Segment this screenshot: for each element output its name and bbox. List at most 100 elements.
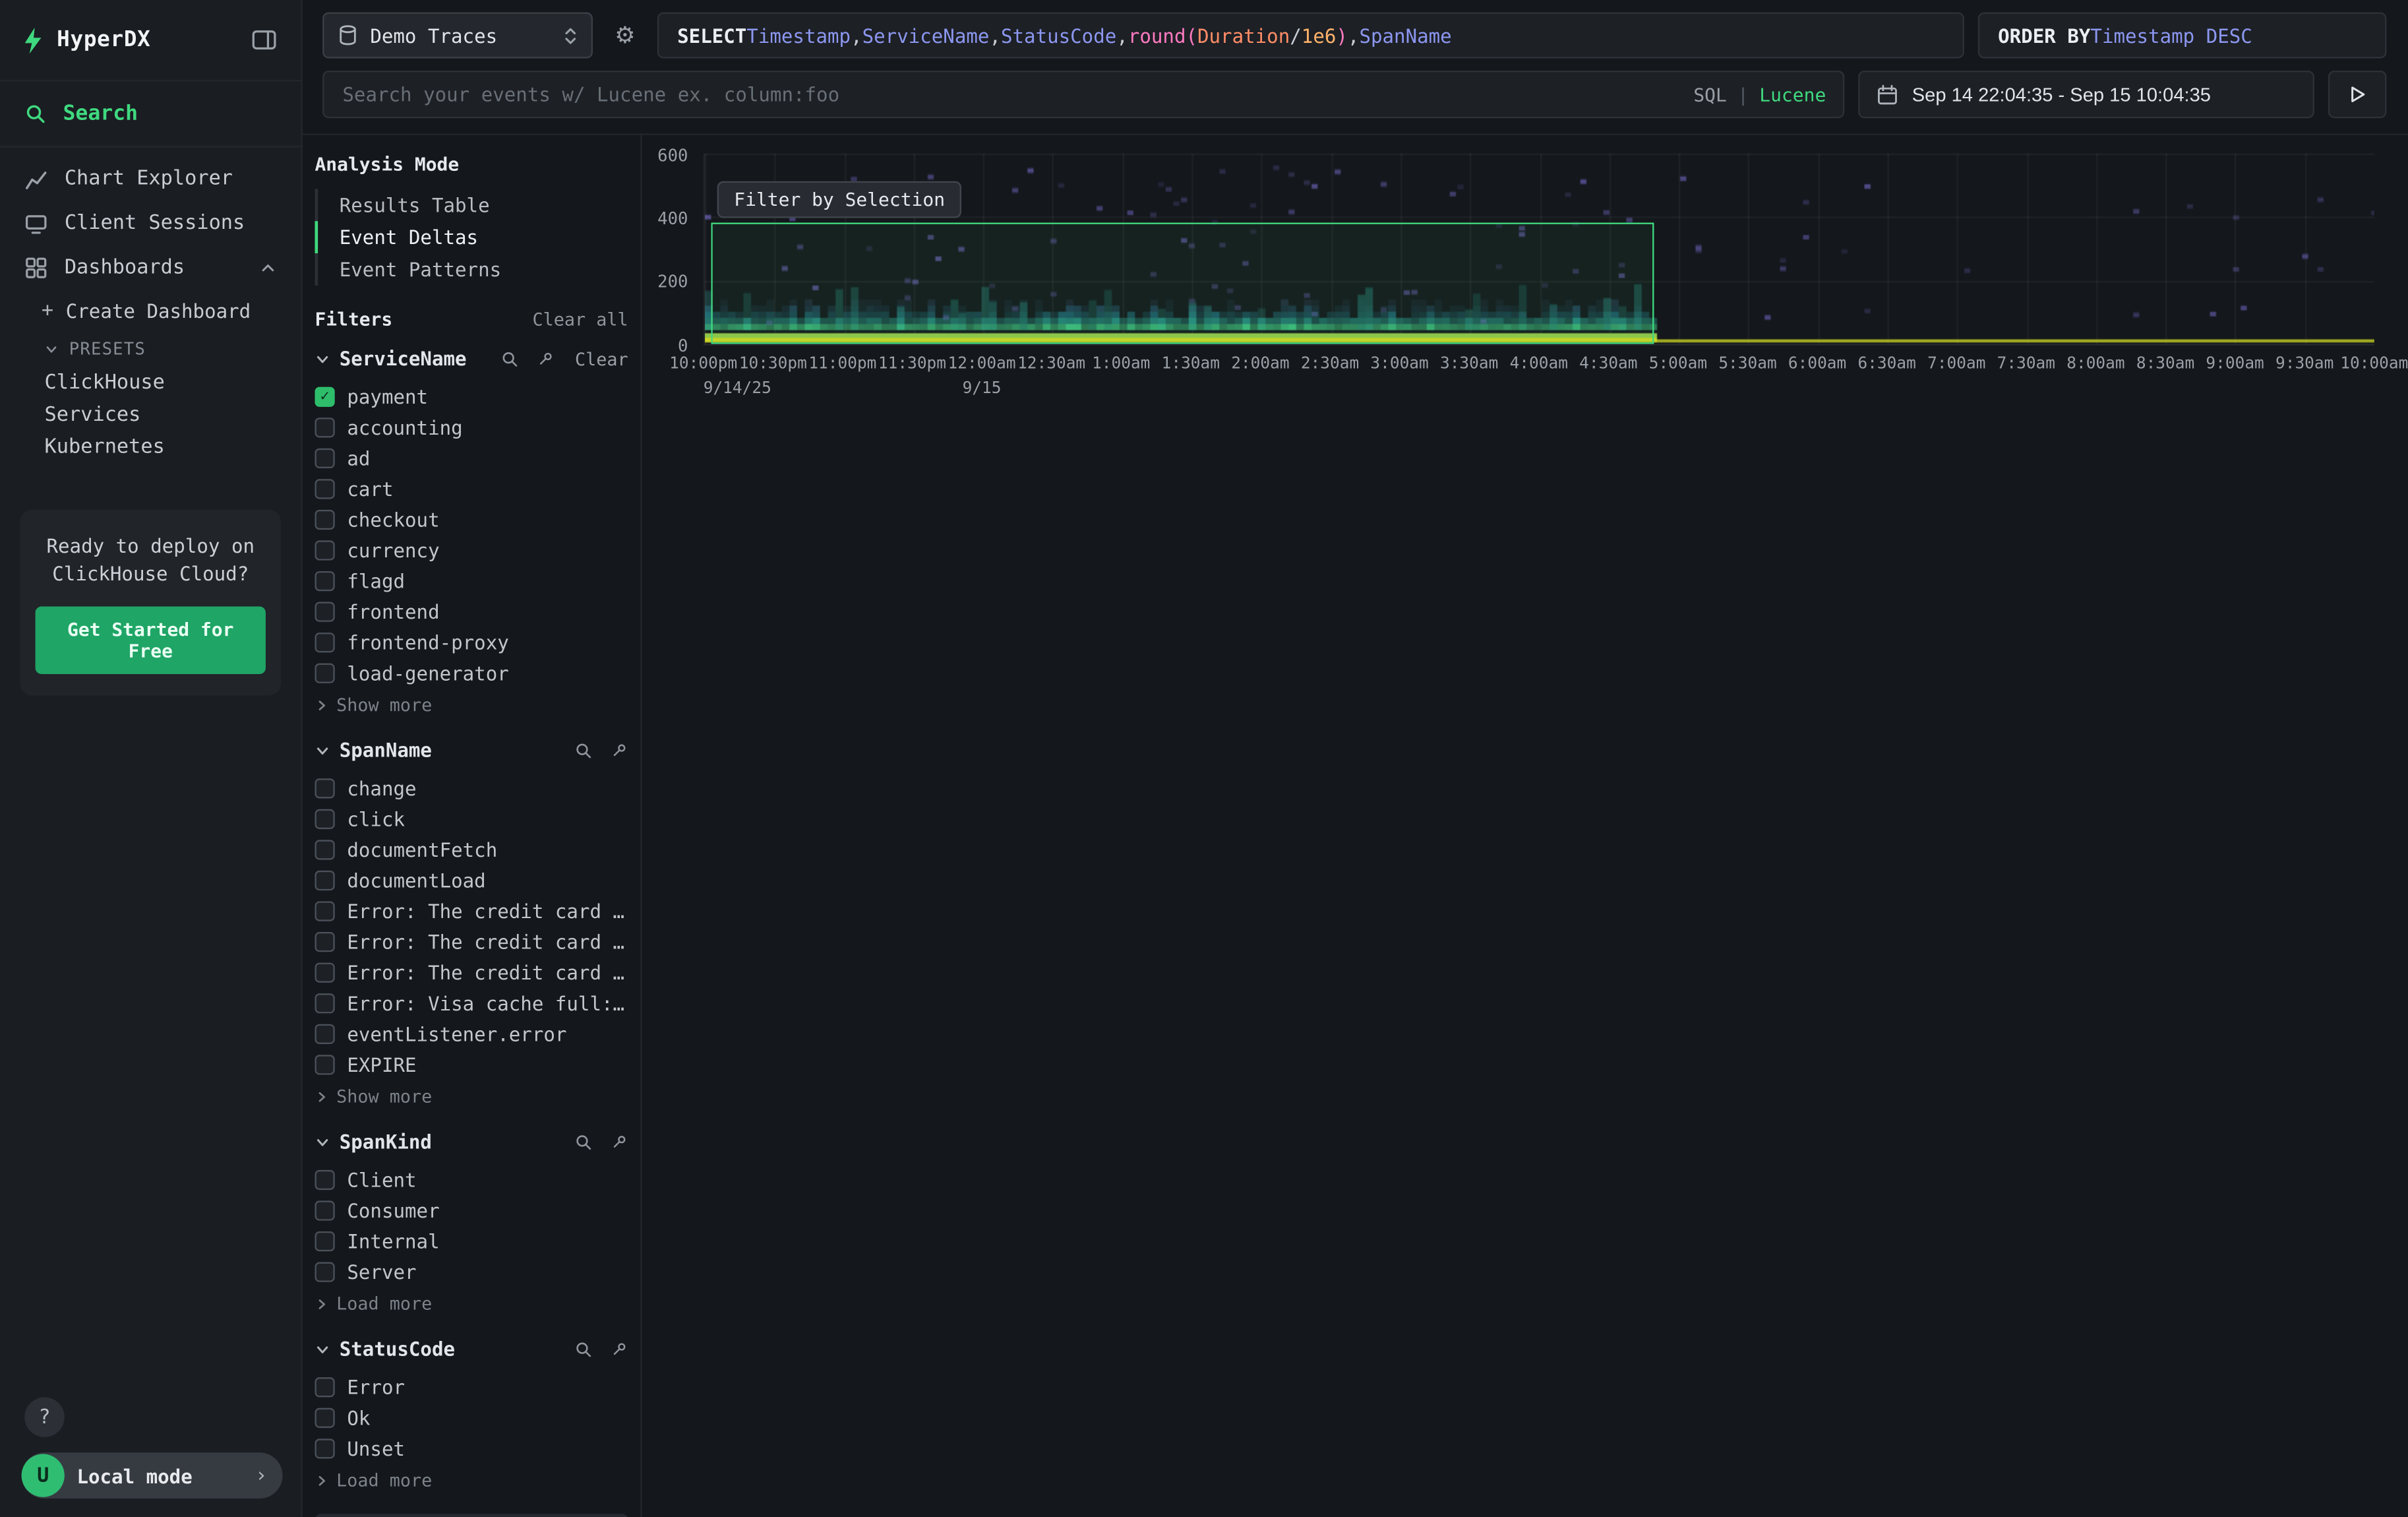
search-input[interactable]	[322, 71, 1844, 118]
selection-rectangle[interactable]	[711, 222, 1654, 344]
checkbox[interactable]	[315, 1231, 334, 1251]
sidebar-item-search[interactable]: Search	[0, 81, 301, 147]
filter-group-title[interactable]: ServiceName	[340, 347, 467, 370]
sidebar-item-chart-explorer[interactable]: Chart Explorer	[0, 156, 301, 201]
checkbox[interactable]	[315, 1054, 334, 1074]
analysis-mode-results-table[interactable]: Results Table	[315, 189, 628, 221]
sidebar-item-client-sessions[interactable]: Client Sessions	[0, 201, 301, 246]
checkbox[interactable]	[315, 632, 334, 652]
checkbox[interactable]	[315, 571, 334, 590]
show-more-link[interactable]: Show more	[315, 1086, 628, 1107]
preset-item-services[interactable]: Services	[0, 399, 301, 431]
filter-option-eventlistener-error[interactable]: eventListener.error	[315, 1018, 628, 1049]
checkbox[interactable]	[315, 601, 334, 621]
pin-icon[interactable]	[610, 1340, 628, 1358]
filter-by-selection-button[interactable]: Filter by Selection	[717, 181, 962, 218]
checkbox[interactable]	[315, 839, 334, 859]
filter-option-currency[interactable]: currency	[315, 534, 628, 565]
checkbox[interactable]	[315, 1200, 334, 1220]
analysis-mode-event-patterns[interactable]: Event Patterns	[315, 253, 628, 286]
search-icon[interactable]	[574, 741, 593, 759]
filter-option-client[interactable]: Client	[315, 1164, 628, 1195]
filter-option-documentfetch[interactable]: documentFetch	[315, 834, 628, 865]
date-range-picker[interactable]: Sep 14 22:04:35 - Sep 15 10:04:35	[1858, 71, 2314, 118]
filter-option-error-visa-cache-full[interactable]: Error: Visa cache full: …	[315, 987, 628, 1018]
filter-option-accounting[interactable]: accounting	[315, 412, 628, 443]
filter-group-title[interactable]: SpanKind	[340, 1130, 432, 1153]
checkbox[interactable]	[315, 993, 334, 1012]
filter-option-frontend-proxy[interactable]: frontend-proxy	[315, 627, 628, 658]
checkbox[interactable]	[315, 1377, 334, 1396]
filter-option-flagd[interactable]: flagd	[315, 565, 628, 596]
get-started-button[interactable]: Get Started for Free	[36, 607, 266, 674]
chevron-down-icon[interactable]	[315, 743, 330, 758]
sql-select-editor[interactable]: SELECT Timestamp, ServiceName, StatusCod…	[657, 13, 1964, 59]
filter-option-error-the-credit-card[interactable]: Error: The credit card (…	[315, 895, 628, 926]
checkbox[interactable]	[315, 900, 334, 920]
filter-option-server[interactable]: Server	[315, 1256, 628, 1287]
checkbox[interactable]	[315, 870, 334, 890]
checkbox[interactable]	[315, 509, 334, 529]
checkbox[interactable]	[315, 448, 334, 468]
settings-gear-button[interactable]: ⚙	[607, 13, 644, 59]
checkbox[interactable]	[315, 778, 334, 797]
help-button[interactable]: ?	[24, 1397, 65, 1437]
checkbox[interactable]	[315, 662, 334, 682]
filter-option-expire[interactable]: EXPIRE	[315, 1049, 628, 1080]
presets-toggle[interactable]: PRESETS	[0, 330, 301, 367]
filter-option-error[interactable]: Error	[315, 1371, 628, 1402]
hyperdx-logo[interactable]: HyperDX	[22, 27, 151, 53]
chevron-down-icon[interactable]	[315, 351, 330, 366]
pin-icon[interactable]	[537, 350, 555, 368]
checkbox[interactable]	[315, 809, 334, 828]
show-more-link[interactable]: Show more	[315, 694, 628, 716]
user-avatar[interactable]: U	[22, 1454, 65, 1497]
filter-option-checkout[interactable]: checkout	[315, 504, 628, 535]
filter-option-frontend[interactable]: frontend	[315, 596, 628, 627]
filter-group-title[interactable]: SpanName	[340, 739, 432, 762]
preset-item-clickhouse[interactable]: ClickHouse	[0, 367, 301, 399]
checkbox[interactable]	[315, 540, 334, 559]
filter-option-payment[interactable]: payment	[315, 381, 628, 412]
chevron-down-icon[interactable]	[315, 1341, 330, 1356]
checkbox-checked[interactable]	[315, 386, 334, 406]
pin-icon[interactable]	[610, 1132, 628, 1151]
filter-option-error-the-credit-card[interactable]: Error: The credit card (…	[315, 956, 628, 987]
checkbox[interactable]	[315, 1261, 334, 1281]
load-more-link[interactable]: Load more	[315, 1293, 628, 1315]
lang-lucene-option[interactable]: Lucene	[1759, 84, 1826, 106]
run-query-button[interactable]	[2328, 71, 2387, 118]
filter-option-documentload[interactable]: documentLoad	[315, 865, 628, 896]
checkbox[interactable]	[315, 1408, 334, 1427]
checkbox[interactable]	[315, 478, 334, 498]
lang-sql-option[interactable]: SQL	[1693, 84, 1727, 106]
filter-option-change[interactable]: change	[315, 772, 628, 803]
filter-group-title[interactable]: StatusCode	[340, 1338, 455, 1361]
clear-all-filters-button[interactable]: Clear all	[532, 309, 628, 330]
preset-item-kubernetes[interactable]: Kubernetes	[0, 431, 301, 464]
collapse-sidebar-button[interactable]	[249, 26, 280, 54]
filter-option-click[interactable]: click	[315, 803, 628, 834]
source-select[interactable]: Demo Traces	[322, 13, 593, 59]
clear-filter-button[interactable]: Clear	[575, 348, 628, 369]
checkbox[interactable]	[315, 1169, 334, 1189]
checkbox[interactable]	[315, 1024, 334, 1043]
more-filters-button[interactable]: More filters	[315, 1514, 628, 1517]
checkbox[interactable]	[315, 417, 334, 437]
sidebar-item-dashboards[interactable]: Dashboards	[0, 245, 301, 290]
load-more-link[interactable]: Load more	[315, 1470, 628, 1491]
search-icon[interactable]	[574, 1132, 593, 1151]
create-dashboard-button[interactable]: + Create Dashboard	[0, 290, 301, 330]
pin-icon[interactable]	[610, 741, 628, 759]
checkbox[interactable]	[315, 1438, 334, 1458]
analysis-mode-event-deltas[interactable]: Event Deltas	[315, 221, 628, 253]
checkbox[interactable]	[315, 931, 334, 951]
filter-option-consumer[interactable]: Consumer	[315, 1194, 628, 1225]
filter-option-ad[interactable]: ad	[315, 442, 628, 473]
filter-option-cart[interactable]: cart	[315, 473, 628, 504]
filter-option-internal[interactable]: Internal	[315, 1225, 628, 1256]
filter-option-ok[interactable]: Ok	[315, 1402, 628, 1433]
chevron-down-icon[interactable]	[315, 1134, 330, 1149]
filter-option-error-the-credit-card[interactable]: Error: The credit card (…	[315, 926, 628, 957]
search-icon[interactable]	[501, 350, 520, 368]
